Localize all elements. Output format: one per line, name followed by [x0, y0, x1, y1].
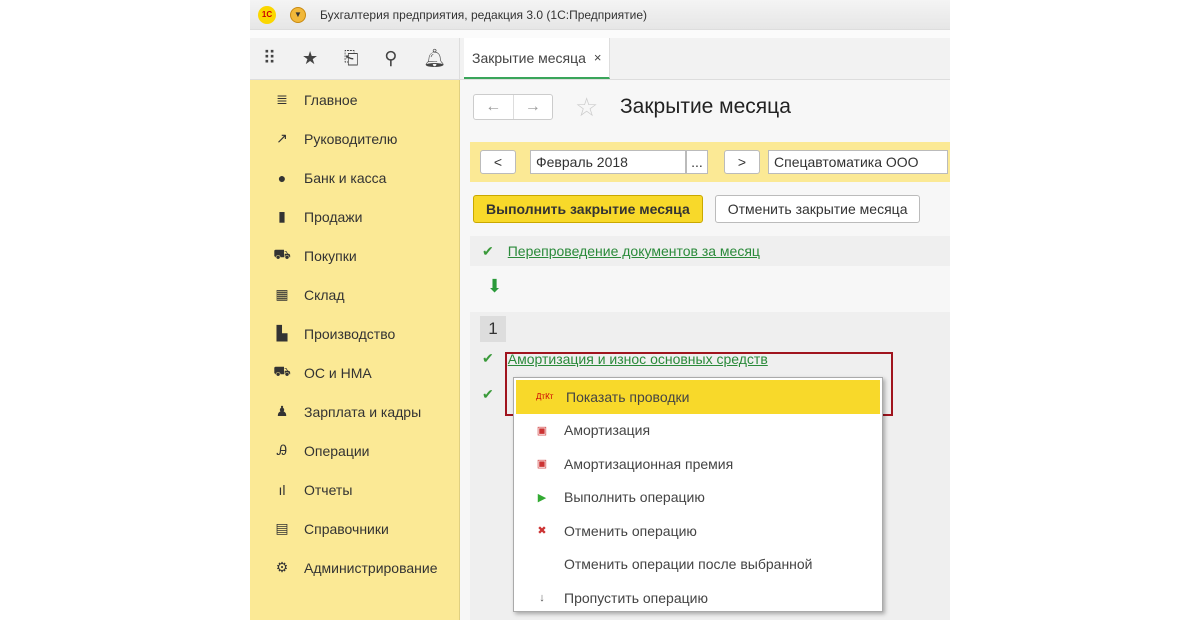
section-icon: ⛟	[273, 363, 291, 379]
menu-item-icon: ▣	[536, 424, 548, 437]
menu-item[interactable]: ДтКт Показать проводки	[516, 380, 880, 414]
sidebar-item-label: ОС и НМА	[304, 364, 372, 381]
stage-number: 1	[480, 316, 506, 342]
menu-item-label: Амортизация	[564, 422, 651, 439]
section-icon: ⛟	[273, 246, 291, 262]
1c-logo-icon: 1С	[258, 5, 276, 24]
sidebar-item-label: Администрирование	[304, 559, 438, 576]
menu-item-label: Амортизационная премия	[564, 455, 734, 472]
tab-label: Закрытие месяца	[472, 49, 586, 66]
sidebar-item[interactable]: ▤ Справочники	[250, 509, 459, 548]
menu-item[interactable]: Отменить операции после выбранной	[514, 548, 882, 582]
context-menu: ДтКт Показать проводки ▣ Амортизация ▣ Аморти…	[513, 377, 883, 612]
sidebar-item-label: Операции	[304, 442, 370, 459]
sidebar-item[interactable]: ⛟ ОС и НМА	[250, 353, 459, 392]
menu-item-label: Показать проводки	[566, 388, 690, 405]
cancel-month-close-button[interactable]: Отменить закрытие месяца	[714, 195, 921, 223]
sidebar-item[interactable]: ▙ Производство	[250, 314, 459, 353]
window-title: Бухгалтерия предприятия, редакция 3.0 (1…	[320, 7, 648, 22]
period-picker-button[interactable]: ...	[686, 150, 708, 174]
check-icon: ✔	[482, 242, 494, 259]
check-icon: ✔	[482, 350, 494, 366]
period-field[interactable]: Февраль 2018	[530, 150, 686, 174]
sidebar-item[interactable]: ⛟ Покупки	[250, 236, 459, 275]
section-icon: ıl	[278, 481, 286, 498]
section-icon: ♟	[275, 403, 289, 419]
title-bar: 1С ▼ Бухгалтерия предприятия, редакция 3…	[250, 0, 950, 30]
run-month-close-button[interactable]: Выполнить закрытие месяца	[473, 195, 703, 223]
menu-item[interactable]: ↓ Пропустить операцию	[514, 581, 882, 615]
check-icon: ✔	[482, 386, 494, 402]
menu-item-label: Пропустить операцию	[564, 589, 708, 606]
sidebar-item-label: Склад	[304, 286, 345, 303]
sidebar-item[interactable]: ♟ Зарплата и кадры	[250, 392, 459, 431]
sidebar-item-label: Покупки	[304, 247, 357, 264]
menu-item[interactable]: ▶ Выполнить операцию	[514, 481, 882, 515]
sidebar-item-label: Зарплата и кадры	[304, 403, 422, 420]
section-icon: ▮	[278, 208, 286, 224]
search-icon[interactable]: ⚲	[384, 48, 397, 69]
sidebar-item-label: Продажи	[304, 208, 363, 225]
sidebar-item[interactable]: ıl Отчеты	[250, 470, 459, 509]
sidebar-item[interactable]: ⚙ Администрирование	[250, 548, 459, 587]
menu-item[interactable]: ▣ Амортизация	[514, 414, 882, 448]
menu-item-icon: ↓	[539, 591, 545, 604]
sidebar-item[interactable]: ▦ Склад	[250, 275, 459, 314]
step-reposting: ✔ Перепроведение документов за месяц	[470, 236, 950, 266]
main-menu-button[interactable]: ▼	[290, 6, 306, 23]
section-icon: ▦	[275, 286, 289, 302]
section-icon: ●	[277, 169, 287, 186]
section-icon: ▤	[275, 520, 289, 536]
bell-icon[interactable]: 🔔︎	[423, 48, 446, 69]
forward-button[interactable]: →	[514, 95, 553, 119]
section-icon: Ꭿ	[276, 442, 288, 458]
prev-period-button[interactable]: <	[480, 150, 516, 174]
filter-bar: < Февраль 2018 ... > Спецавтоматика ООО	[470, 142, 950, 182]
menu-item-icon: ✖	[537, 525, 547, 538]
history-icon[interactable]: ⎗	[344, 48, 358, 69]
menu-item[interactable]: ✖ Отменить операцию	[514, 514, 882, 548]
sidebar-item[interactable]: ▮ Продажи	[250, 197, 459, 236]
menu-item-label: Отменить операции после выбранной	[564, 556, 813, 573]
close-icon[interactable]: ×	[594, 50, 602, 65]
menu-item-icon: ДтКт	[536, 392, 554, 402]
nav-buttons: ← →	[473, 94, 553, 120]
star-icon[interactable]: ★	[302, 48, 318, 69]
sidebar-item-label: Производство	[304, 325, 396, 342]
sidebar-item-label: Справочники	[304, 520, 389, 537]
sidebar-item[interactable]: ≣ Главное	[250, 80, 459, 119]
section-icon: ▙	[276, 325, 288, 341]
toolbar: ⠿ ★ ⎗ ⚲ 🔔︎	[250, 38, 460, 80]
menu-item[interactable]: ▣ Амортизационная премия	[514, 447, 882, 481]
back-button[interactable]: ←	[474, 95, 514, 119]
next-period-button[interactable]: >	[724, 150, 760, 174]
favorite-star-icon[interactable]: ☆	[575, 92, 598, 123]
sidebar-item[interactable]: ↗ Руководителю	[250, 119, 459, 158]
sidebar-item-label: Отчеты	[304, 481, 353, 498]
menu-item-label: Выполнить операцию	[564, 489, 705, 506]
sidebar-item-label: Главное	[304, 91, 358, 108]
apps-grid-icon[interactable]: ⠿	[263, 48, 276, 69]
menu-item-icon: ▣	[536, 458, 548, 471]
sidebar: ≣ Главное ↗ Руководителю ● Банк и касса ▮ Прода…	[250, 80, 460, 620]
organization-field[interactable]: Спецавтоматика ООО	[768, 150, 948, 174]
sidebar-item-label: Банк и касса	[304, 169, 387, 186]
page-title: Закрытие месяца	[620, 95, 791, 118]
sidebar-item[interactable]: ● Банк и касса	[250, 158, 459, 197]
menu-item-icon: ▶	[537, 491, 547, 504]
app-window: 1С ▼ Бухгалтерия предприятия, редакция 3…	[250, 0, 950, 620]
tab-month-close[interactable]: Закрытие месяца ×	[464, 38, 610, 79]
sidebar-item[interactable]: Ꭿ Операции	[250, 431, 459, 470]
section-icon: ⚙	[275, 559, 289, 575]
section-icon: ≣	[276, 91, 288, 107]
menu-item-label: Отменить операцию	[564, 522, 697, 539]
down-arrow-icon: ⬇	[487, 276, 503, 296]
section-icon: ↗	[276, 130, 288, 146]
tab-bar: Закрытие месяца ×	[460, 38, 950, 80]
sidebar-item-label: Руководителю	[304, 130, 398, 147]
reposting-link[interactable]: Перепроведение документов за месяц	[508, 243, 760, 259]
